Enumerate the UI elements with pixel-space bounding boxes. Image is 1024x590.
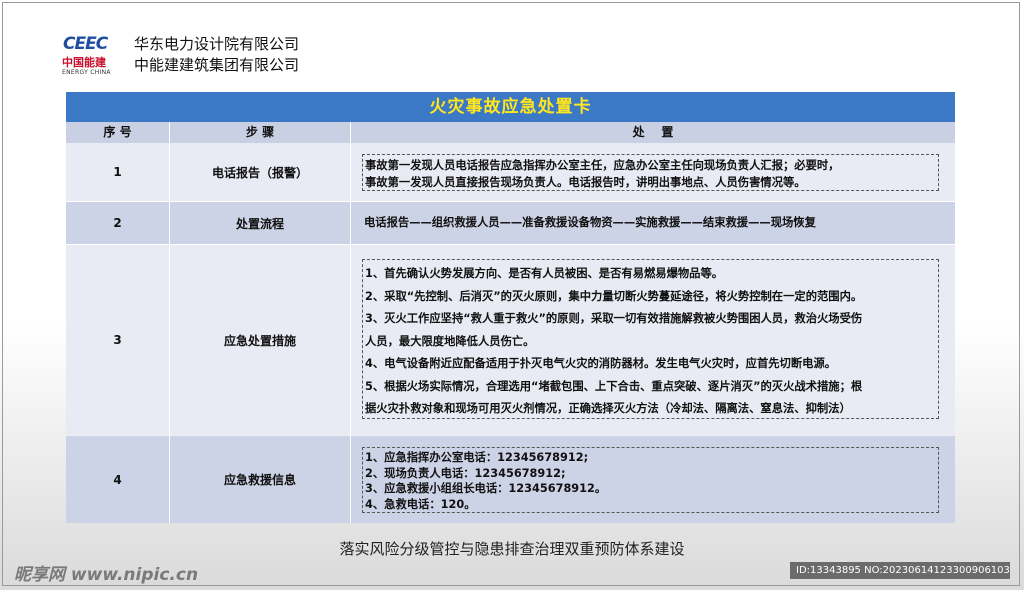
table-header-row: 序 号 步 骤 处 置 <box>66 122 955 143</box>
company-logo: CEEC 中国能建 ENERGY CHINA <box>62 34 120 78</box>
action-line: 5、根据火场实际情况，合理选用“堵截包围、上下合击、重点突破、逐片消灭”的灭火战… <box>365 379 863 393</box>
row-action: 事故第一发现人员电话报告应急指挥办公室主任，应急办公室主任向现场负责人汇报；必要… <box>351 143 955 201</box>
slogan: 落实风险分级管控与隐患排查治理双重预防体系建设 <box>339 540 685 558</box>
action-line: 人员，最大限度地降低人员伤亡。 <box>365 334 535 348</box>
row-step: 应急救援信息 <box>223 473 296 487</box>
action-line: 4、急救电话：120。 <box>365 497 476 511</box>
logo-mark: CEEC <box>63 34 108 54</box>
action-line: 2、现场负责人电话：12345678912; <box>365 466 566 480</box>
row-action: 电话报告——组织救援人员——准备救援设备物资——实施救援——结束救援——现场恢复 <box>351 202 955 244</box>
action-line: 3、灭火工作应坚持“救人重于救火”的原则，采取一切有效措施解救被火势围困人员，救… <box>365 312 863 325</box>
action-line: 3、应急救援小组组长电话：12345678912。 <box>365 482 607 495</box>
header-action: 处 置 <box>632 125 674 139</box>
card-title: 火灾事故应急处置卡 <box>66 92 955 122</box>
org-name-2: 中能建建筑集团有限公司 <box>134 56 300 74</box>
row-number: 4 <box>113 472 122 487</box>
action-line: 事故第一发现人员电话报告应急指挥办公室主任，应急办公室主任向现场负责人汇报；必要… <box>365 159 840 172</box>
row-action: 1、首先确认火势发展方向、是否有人员被困、是否有易燃易爆物品等。 2、采取“先控… <box>351 245 955 435</box>
action-box: 事故第一发现人员电话报告应急指挥办公室主任，应急办公室主任向现场负责人汇报；必要… <box>362 154 939 191</box>
row-action: 1、应急指挥办公室电话：12345678912; 2、现场负责人电话：12345… <box>351 436 955 523</box>
row-step: 处置流程 <box>235 216 284 231</box>
row-number: 1 <box>113 165 122 179</box>
action-line: 4、电气设备附近应配备适用于扑灭电气火灾的消防器材。发生电气火灾时，应首先切断电… <box>365 357 837 370</box>
row-step: 电话报告（报警） <box>211 165 308 180</box>
emergency-card: 火灾事故应急处置卡 序 号 步 骤 处 置 1 电话报告（报警） 事故第一发现人… <box>66 92 955 523</box>
row-number: 2 <box>113 216 122 230</box>
row-number: 3 <box>113 333 122 347</box>
header-step: 步 骤 <box>245 125 275 139</box>
action-line: 据火灾扑救对象和现场可用灭火剂情况，正确选择灭火方法（冷却法、隔离法、窒息法、抑… <box>365 402 851 415</box>
watermark-logo: 昵享网 www.nipic.cn <box>14 565 199 585</box>
column-divider <box>169 122 170 523</box>
action-box: 1、首先确认火势发展方向、是否有人员被困、是否有易燃易爆物品等。 2、采取“先控… <box>362 259 939 419</box>
action-line: 1、应急指挥办公室电话：12345678912; <box>365 451 589 464</box>
action-line: 电话报告——组织救援人员——准备救援设备物资——实施救援——结束救援——现场恢复 <box>364 216 816 229</box>
logo-chinese-name: 中国能建 <box>62 56 106 69</box>
logo-english-name: ENERGY CHINA <box>62 69 111 76</box>
table-row: 1 电话报告（报警） 事故第一发现人员电话报告应急指挥办公室主任，应急办公室主任… <box>66 143 955 201</box>
row-step: 应急处置措施 <box>223 333 296 348</box>
header-num: 序 号 <box>103 125 132 139</box>
organization-names: 华东电力设计院有限公司 中能建建筑集团有限公司 <box>134 34 299 76</box>
column-divider <box>350 122 351 523</box>
action-line: 事故第一发现人员直接报告现场负责人。电话报告时，讲明出事地点、人员伤害情况等。 <box>365 176 806 189</box>
table-row: 3 应急处置措施 1、首先确认火势发展方向、是否有人员被困、是否有易燃易爆物品等… <box>66 245 955 435</box>
action-line: 1、首先确认火势发展方向、是否有人员被困、是否有易燃易爆物品等。 <box>365 267 724 280</box>
action-box: 1、应急指挥办公室电话：12345678912; 2、现场负责人电话：12345… <box>362 447 939 513</box>
table-row: 2 处置流程 电话报告——组织救援人员——准备救援设备物资——实施救援——结束救… <box>66 202 955 244</box>
table-row: 4 应急救援信息 1、应急指挥办公室电话：12345678912; 2、现场负责… <box>66 436 955 523</box>
action-line: 2、采取“先控制、后消灭”的灭火原则，集中力量切断火势蔓延途径，将火势控制在一定… <box>365 289 863 303</box>
org-name-1: 华东电力设计院有限公司 <box>134 35 300 53</box>
watermark-id: ID:13343895 NO:20230614123300906103 <box>790 562 1010 579</box>
